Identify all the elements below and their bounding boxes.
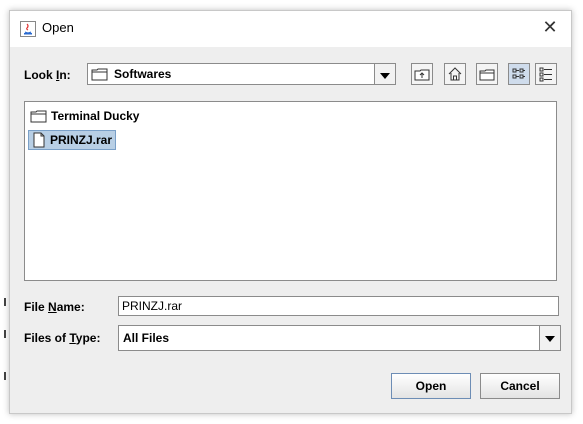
- new-folder-button[interactable]: [476, 63, 498, 85]
- java-app-icon: [20, 21, 36, 37]
- close-button[interactable]: ✕: [539, 17, 561, 39]
- chevron-down-icon: [545, 336, 555, 342]
- look-in-dropdown-arrow[interactable]: [374, 64, 395, 84]
- look-in-combo[interactable]: Softwares: [87, 63, 396, 85]
- home-button[interactable]: [444, 63, 466, 85]
- file-list[interactable]: Terminal Ducky PRINZJ.rar: [24, 101, 557, 281]
- details-view-button[interactable]: [535, 63, 557, 85]
- folder-up-icon: [414, 69, 430, 81]
- list-view-icon: [512, 68, 525, 79]
- file-type-combo[interactable]: All Files: [118, 325, 561, 351]
- file-type-dropdown-arrow[interactable]: [539, 326, 560, 350]
- open-button[interactable]: Open: [391, 373, 471, 399]
- home-icon: [448, 67, 462, 81]
- look-in-value: Softwares: [114, 67, 172, 81]
- list-item-label: Terminal Ducky: [51, 109, 140, 123]
- list-item-file[interactable]: PRINZJ.rar: [28, 130, 117, 150]
- list-view-button[interactable]: [508, 63, 530, 85]
- cancel-button[interactable]: Cancel: [480, 373, 560, 399]
- background-artifact: [4, 330, 6, 338]
- background-window: [0, 0, 583, 10]
- open-dialog: Open ✕ Look In: Softwares Terminal Ducky…: [9, 10, 572, 414]
- list-item-folder[interactable]: Terminal Ducky: [28, 106, 139, 126]
- file-name-label: File Name:: [24, 300, 85, 314]
- folder-icon: [91, 68, 108, 81]
- file-type-label: Files of Type:: [24, 331, 101, 345]
- chevron-down-icon: [380, 73, 390, 79]
- window-title: Open: [42, 20, 74, 35]
- details-view-icon: [539, 67, 552, 82]
- new-folder-icon: [479, 69, 495, 81]
- background-artifact: [4, 298, 6, 306]
- file-icon: [33, 132, 45, 148]
- look-in-label: Look In:: [24, 68, 71, 82]
- folder-icon: [30, 110, 47, 123]
- up-one-level-button[interactable]: [411, 63, 433, 85]
- file-name-input[interactable]: PRINZJ.rar: [118, 296, 559, 316]
- title-bar: Open ✕: [10, 11, 571, 47]
- list-item-label: PRINZJ.rar: [50, 133, 113, 147]
- background-artifact: [4, 372, 6, 380]
- file-type-value: All Files: [123, 331, 170, 345]
